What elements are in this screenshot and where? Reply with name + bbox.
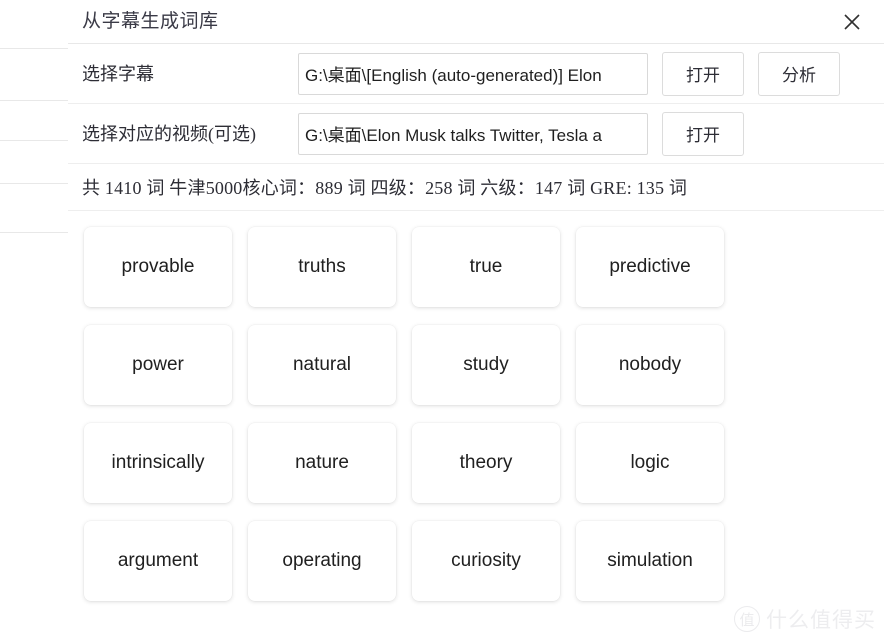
word-card-label: power bbox=[132, 354, 184, 375]
word-card-label: simulation bbox=[607, 550, 693, 571]
word-card-label: nature bbox=[295, 452, 349, 473]
page-root: 从字幕生成词库 选择字幕 打开 分析 选择对应的视频(可选) 打开 共 1410… bbox=[0, 0, 884, 640]
word-card-label: curiosity bbox=[451, 550, 521, 571]
video-path-input[interactable] bbox=[298, 112, 648, 155]
video-file-label: 选择对应的视频(可选) bbox=[82, 123, 256, 144]
video-open-button[interactable]: 打开 bbox=[662, 111, 744, 156]
background-table-row-divider bbox=[0, 183, 69, 184]
word-list-scroll-area[interactable]: provable truths true predictive power natural… bbox=[68, 211, 884, 621]
word-card[interactable]: intrinsically bbox=[84, 423, 232, 503]
word-card-label: natural bbox=[292, 354, 352, 375]
word-card[interactable]: provable bbox=[84, 227, 232, 307]
word-card[interactable]: truths bbox=[248, 227, 396, 307]
word-card-label: argument bbox=[117, 550, 199, 571]
word-card[interactable]: curiosity bbox=[412, 521, 560, 601]
word-card-label: operating bbox=[282, 550, 362, 571]
dialog-header: 从字幕生成词库 bbox=[68, 0, 884, 44]
subtitle-open-button[interactable]: 打开 bbox=[662, 51, 744, 96]
word-card[interactable]: natural bbox=[248, 325, 396, 405]
word-card-label: true bbox=[469, 256, 503, 277]
word-card-label: logic bbox=[630, 452, 670, 473]
generate-wordlist-dialog: 从字幕生成词库 选择字幕 打开 分析 选择对应的视频(可选) 打开 共 1410… bbox=[68, 0, 884, 640]
background-table-row-divider bbox=[0, 100, 69, 101]
word-card-label: study bbox=[463, 354, 509, 375]
word-statistics-bar: 共 1410 词 牛津5000核心词：889 词 四级：258 词 六级：147… bbox=[68, 163, 884, 211]
word-card[interactable]: logic bbox=[576, 423, 724, 503]
word-card[interactable]: study bbox=[412, 325, 560, 405]
word-card-label: intrinsically bbox=[111, 452, 205, 473]
dialog-title: 从字幕生成词库 bbox=[82, 11, 219, 32]
subtitle-file-label: 选择字幕 bbox=[82, 63, 154, 84]
word-card[interactable]: simulation bbox=[576, 521, 724, 601]
close-icon[interactable] bbox=[838, 8, 866, 36]
word-card[interactable]: nobody bbox=[576, 325, 724, 405]
word-card[interactable]: power bbox=[84, 325, 232, 405]
background-table-row-divider bbox=[0, 48, 69, 49]
word-card-grid: provable truths true predictive power natural… bbox=[84, 227, 760, 601]
analyze-button[interactable]: 分析 bbox=[758, 51, 840, 96]
word-card-label: nobody bbox=[618, 354, 682, 375]
word-card[interactable]: operating bbox=[248, 521, 396, 601]
subtitle-path-input[interactable] bbox=[298, 52, 648, 95]
background-table-row-divider bbox=[0, 140, 69, 141]
word-card[interactable]: nature bbox=[248, 423, 396, 503]
word-card[interactable]: theory bbox=[412, 423, 560, 503]
background-table-row-divider bbox=[0, 232, 69, 233]
word-card[interactable]: true bbox=[412, 227, 560, 307]
video-file-row: 选择对应的视频(可选) 打开 bbox=[68, 104, 884, 163]
word-card-label: predictive bbox=[609, 256, 691, 277]
word-card-label: truths bbox=[298, 256, 346, 277]
word-card[interactable]: predictive bbox=[576, 227, 724, 307]
background-table bbox=[0, 0, 70, 640]
word-card-label: provable bbox=[121, 256, 195, 277]
subtitle-file-row: 选择字幕 打开 分析 bbox=[68, 44, 884, 104]
word-card[interactable]: argument bbox=[84, 521, 232, 601]
word-card-label: theory bbox=[459, 452, 513, 473]
